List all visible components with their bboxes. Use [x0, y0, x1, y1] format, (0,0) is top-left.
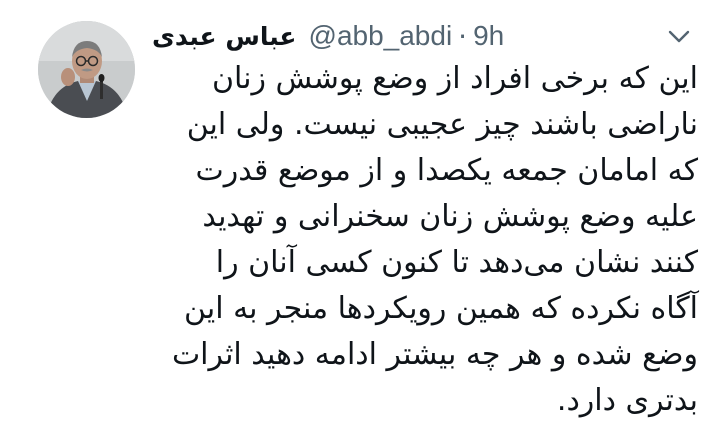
tweet-text-line: علیه وضع پوشش زنان سخنرانی و تهدید — [202, 199, 698, 234]
tweet-text-line: این که برخی افراد از وضع پوشش زنان — [211, 61, 698, 96]
display-name[interactable]: عباس عبدی — [152, 22, 297, 51]
tweet-text-line: آگاه نکرده که همین رویکردها منجر به این — [184, 291, 698, 326]
tweet-text-line: کنند نشان می‌دهد تا کنون کسی آنان را — [215, 245, 698, 280]
avatar-image — [38, 21, 135, 118]
tweet-text: این که برخی افراد از وضع پوشش زنان ناراض… — [150, 56, 698, 424]
tweet-text-line: بدتری دارد. — [556, 383, 698, 418]
user-handle[interactable]: @abb_abdi — [309, 20, 453, 52]
header-separator: · — [458, 19, 468, 53]
tweet-card[interactable]: عباس عبدی @abb_abdi · 9h این که برخی افر… — [0, 0, 720, 442]
tweet-header: عباس عبدی @abb_abdi · 9h — [152, 16, 504, 56]
avatar[interactable] — [38, 21, 135, 118]
chevron-down-icon[interactable] — [664, 24, 694, 48]
tweet-text-line: که امامان جمعه یکصدا و از موضع قدرت — [195, 153, 699, 188]
tweet-timestamp[interactable]: 9h — [473, 20, 504, 52]
tweet-text-line: ناراضی باشند چیز عجیبی نیست. ولی این — [186, 107, 698, 142]
tweet-text-line: وضع شده و هر چه بیشتر ادامه دهید اثرات — [171, 337, 698, 372]
